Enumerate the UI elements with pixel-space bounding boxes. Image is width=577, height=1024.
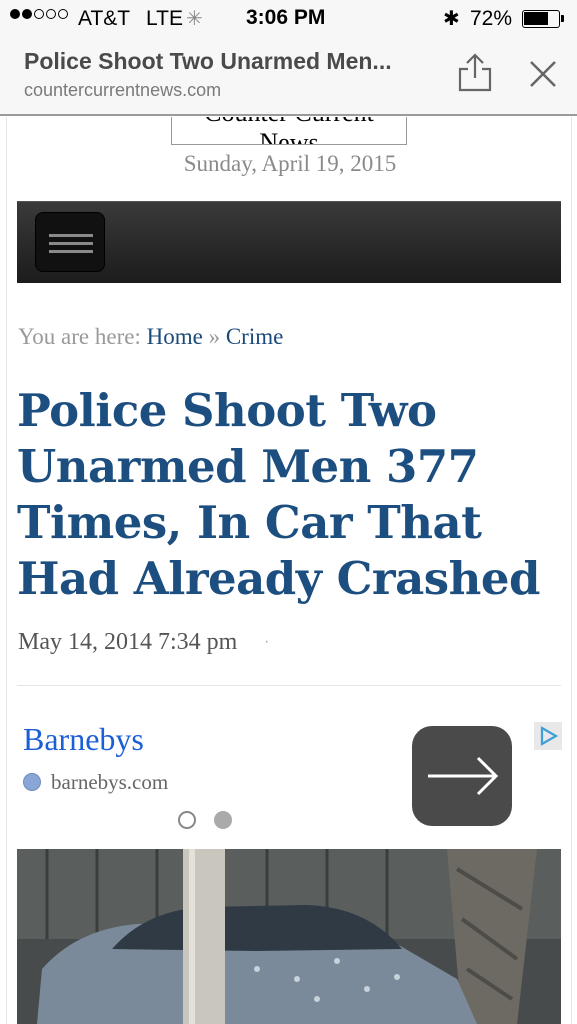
meta-separator: · (264, 633, 270, 650)
arrow-right-icon (428, 756, 499, 796)
breadcrumb-crime-link[interactable]: Crime (226, 324, 284, 349)
activity-spinner-icon: ✳ (186, 8, 203, 30)
ad-title-link[interactable]: Barnebys (23, 721, 144, 758)
ad-choices-icon[interactable] (534, 722, 562, 750)
pager-dot-active[interactable] (214, 811, 232, 829)
site-navbar (17, 201, 561, 283)
article-headline: Police Shoot Two Unarmed Men 377 Times, … (17, 384, 540, 605)
page-url[interactable]: countercurrentnews.com (24, 80, 221, 101)
bluetooth-icon: ✱ (443, 8, 460, 30)
address-bar[interactable]: Police Shoot Two Unarmed Men... counterc… (0, 38, 577, 116)
article-photo[interactable] (17, 849, 561, 1024)
menu-button[interactable] (35, 212, 105, 272)
ad-go-button[interactable] (412, 726, 512, 826)
network-type-label: LTE (146, 7, 183, 30)
site-logo[interactable]: Counter Current News (171, 117, 407, 145)
battery-percent: 72% (470, 7, 513, 30)
site-date: Sunday, April 19, 2015 (183, 151, 397, 176)
web-page: Counter Current News Sunday, April 19, 2… (6, 117, 572, 1024)
battery-icon (522, 10, 564, 28)
globe-icon (23, 773, 41, 791)
ad-pager (178, 811, 232, 829)
divider (17, 685, 561, 686)
article-date: May 14, 2014 7:34 pm (18, 629, 238, 655)
breadcrumb-separator: » (208, 324, 221, 349)
share-icon[interactable] (454, 52, 496, 94)
signal-strength-icon (10, 9, 68, 19)
page-title: Police Shoot Two Unarmed Men... (24, 48, 392, 74)
status-bar: AT&T LTE ✳ 3:06 PM ✱ 72% (0, 0, 577, 38)
site-logo-text: Counter Current News (204, 117, 374, 145)
status-time: 3:06 PM (246, 6, 326, 29)
ad-url[interactable]: barnebys.com (51, 770, 168, 795)
breadcrumb: You are here: Home » Crime (18, 324, 283, 350)
breadcrumb-prefix: You are here: (18, 324, 141, 349)
hamburger-icon-bar (49, 250, 93, 253)
hamburger-icon-bar (49, 242, 93, 245)
carrier-label: AT&T (78, 7, 131, 30)
pager-dot[interactable] (178, 811, 196, 829)
breadcrumb-home-link[interactable]: Home (147, 324, 203, 349)
hamburger-icon-bar (49, 234, 93, 237)
close-icon[interactable] (525, 56, 561, 92)
